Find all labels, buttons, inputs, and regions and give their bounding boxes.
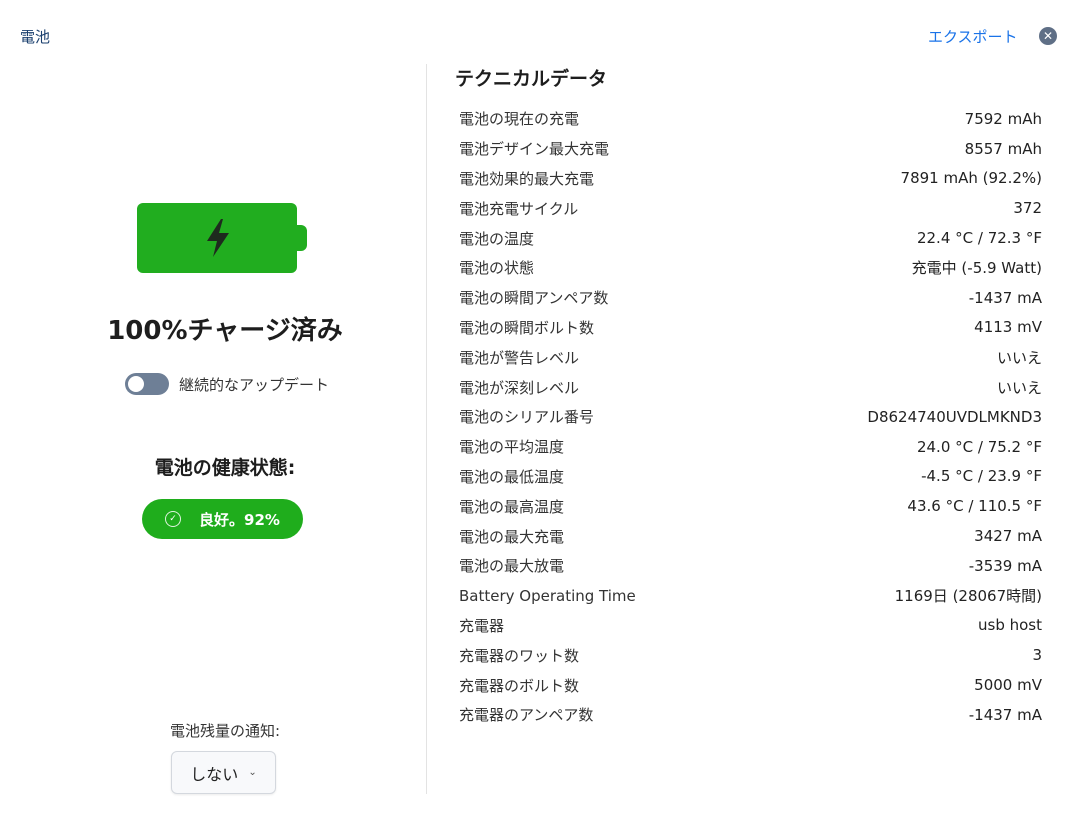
technical-data-title: テクニカルデータ — [455, 68, 608, 90]
data-row: 電池充電サイクル 372 — [459, 193, 1042, 223]
data-row: 電池の最大充電 3427 mA — [459, 521, 1042, 551]
data-row-value: 372 — [1013, 199, 1042, 218]
health-status-text: 良好。92% — [199, 510, 280, 529]
data-row: 電池の平均温度 24.0 °C / 75.2 °F — [459, 432, 1042, 462]
health-title: 電池の健康状態: — [154, 457, 296, 479]
data-row: Battery Operating Time 1169日 (28067時間) — [459, 581, 1042, 611]
data-row-label: 電池が深刻レベル — [459, 378, 580, 397]
data-row-label: 電池デザイン最大充電 — [459, 140, 610, 159]
data-row: 電池デザイン最大充電 8557 mAh — [459, 134, 1042, 164]
data-row-value: 1169日 (28067時間) — [894, 587, 1042, 606]
notify-label: 電池残量の通知: — [169, 722, 281, 740]
data-row-value: 5000 mV — [974, 676, 1042, 695]
export-button[interactable]: エクスポート — [928, 26, 1018, 47]
data-row: 充電器のアンペア数 -1437 mA — [459, 700, 1042, 730]
health-status-badge: ✓ 良好。92% — [142, 499, 303, 539]
data-row-label: 電池の最低温度 — [459, 467, 565, 486]
data-row: 電池が深刻レベル いいえ — [459, 372, 1042, 402]
data-row-value: -3539 mA — [968, 556, 1042, 575]
data-row-label: Battery Operating Time — [459, 586, 636, 605]
data-row-value: 充電中 (-5.9 Watt) — [911, 259, 1042, 278]
check-circle-icon: ✓ — [165, 511, 182, 527]
data-row-value: 22.4 °C / 72.3 °F — [916, 229, 1042, 248]
data-row-label: 電池のシリアル番号 — [459, 408, 594, 427]
battery-tip — [297, 225, 307, 251]
data-row-value: 4113 mV — [974, 318, 1042, 337]
data-row-value: usb host — [978, 616, 1042, 635]
data-row-label: 充電器のアンペア数 — [459, 706, 594, 725]
data-row-value: 7592 mAh — [964, 109, 1042, 128]
data-row-value: 24.0 °C / 75.2 °F — [916, 437, 1042, 456]
notify-selected-value: しない — [190, 764, 239, 784]
battery-body — [137, 203, 297, 273]
data-row-label: 電池の瞬間アンペア数 — [459, 289, 609, 308]
data-row: 電池の状態 充電中 (-5.9 Watt) — [459, 253, 1042, 283]
panel-divider — [426, 64, 427, 794]
data-row-value: 3427 mA — [974, 527, 1042, 546]
chevron-down-icon: ⌄ — [248, 767, 257, 778]
continuous-update-toggle-row: 継続的なアップデート — [125, 373, 329, 395]
data-row-value: 7891 mAh (92.2%) — [900, 169, 1042, 188]
data-row: 電池の最低温度 -4.5 °C / 23.9 °F — [459, 462, 1042, 492]
data-row-value: いいえ — [996, 378, 1042, 397]
data-row-value: -4.5 °C / 23.9 °F — [921, 467, 1042, 486]
page-title: 電池 — [20, 28, 51, 46]
close-icon[interactable]: ✕ — [1039, 27, 1057, 45]
battery-full-charging-icon — [137, 203, 307, 273]
data-row-label: 電池の温度 — [459, 229, 535, 248]
data-row-label: 充電器のワット数 — [459, 646, 580, 665]
data-row: 電池の現在の充電 7592 mAh — [459, 104, 1042, 134]
data-row: 電池の最高温度 43.6 °C / 110.5 °F — [459, 491, 1042, 521]
data-row-label: 電池の最高温度 — [459, 497, 565, 516]
data-row: 充電器のワット数 3 — [459, 640, 1042, 670]
data-row: 電池が警告レベル いいえ — [459, 342, 1042, 372]
data-row-label: 電池の現在の充電 — [459, 110, 580, 129]
data-row: 電池の最大放電 -3539 mA — [459, 551, 1042, 581]
continuous-update-toggle[interactable] — [125, 373, 169, 395]
data-row-value: 8557 mAh — [964, 139, 1042, 158]
data-row: 電池の温度 22.4 °C / 72.3 °F — [459, 223, 1042, 253]
data-row-value: D8624740UVDLMKND3 — [867, 407, 1042, 426]
lightning-bolt-icon — [207, 219, 229, 257]
data-row-label: 充電器 — [459, 616, 505, 635]
data-row: 充電器 usb host — [459, 611, 1042, 641]
data-row-label: 充電器のボルト数 — [459, 676, 580, 695]
data-row-label: 電池の最大放電 — [459, 557, 565, 576]
data-row: 充電器のボルト数 5000 mV — [459, 670, 1042, 700]
data-row-value: -1437 mA — [968, 288, 1042, 307]
data-row-label: 電池が警告レベル — [459, 348, 580, 367]
data-row-label: 電池充電サイクル — [459, 199, 579, 218]
data-row: 電池のシリアル番号 D8624740UVDLMKND3 — [459, 402, 1042, 432]
data-row: 電池の瞬間ボルト数 4113 mV — [459, 313, 1042, 343]
data-row: 電池効果的最大充電 7891 mAh (92.2%) — [459, 164, 1042, 194]
data-row-label: 電池の平均温度 — [459, 438, 565, 457]
data-row-value: 43.6 °C / 110.5 °F — [907, 497, 1042, 516]
data-row-value: いいえ — [996, 348, 1042, 367]
data-row-label: 電池の状態 — [459, 259, 535, 278]
notify-dropdown[interactable]: しない ⌄ — [171, 751, 276, 794]
data-row-value: 3 — [1032, 646, 1042, 665]
data-row-label: 電池の最大充電 — [459, 527, 565, 546]
toggle-knob — [128, 376, 144, 392]
data-row: 電池の瞬間アンペア数 -1437 mA — [459, 283, 1042, 313]
data-row-value: -1437 mA — [968, 705, 1042, 724]
charge-status: 100%チャージ済み — [107, 316, 343, 346]
data-row-label: 電池の瞬間ボルト数 — [459, 318, 595, 337]
data-row-label: 電池効果的最大充電 — [459, 169, 595, 188]
continuous-update-label: 継続的なアップデート — [179, 375, 330, 394]
technical-data-list: 電池の現在の充電 7592 mAh 電池デザイン最大充電 8557 mAh 電池効果的最… — [459, 104, 1042, 730]
